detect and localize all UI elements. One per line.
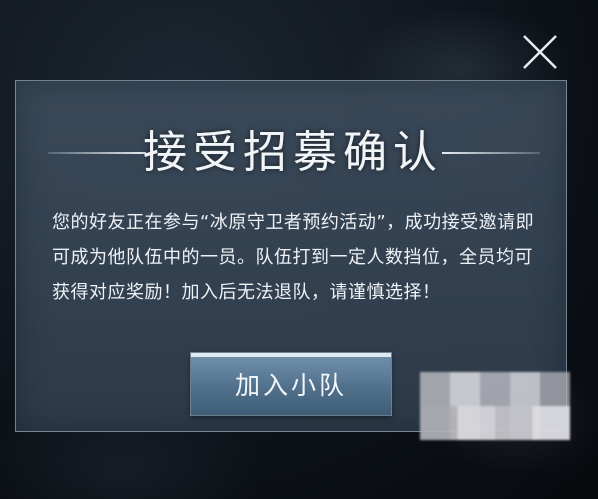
dialog-title: 接受招募确认: [143, 127, 443, 178]
join-team-button-label: 加入小队: [234, 371, 347, 400]
join-team-button[interactable]: 加入小队: [191, 353, 391, 415]
title-divider-right: [442, 152, 540, 154]
close-icon: [523, 35, 557, 69]
title-divider-left: [48, 152, 146, 154]
dialog-message: 您的好友正在参与“冰原守卫者预约活动”，成功接受邀请即可成为他队伍中的一员。队伍…: [52, 212, 535, 303]
blurred-watermark: [420, 372, 570, 440]
dialog-header: 接受招募确认: [16, 125, 566, 181]
close-button[interactable]: [516, 28, 564, 76]
